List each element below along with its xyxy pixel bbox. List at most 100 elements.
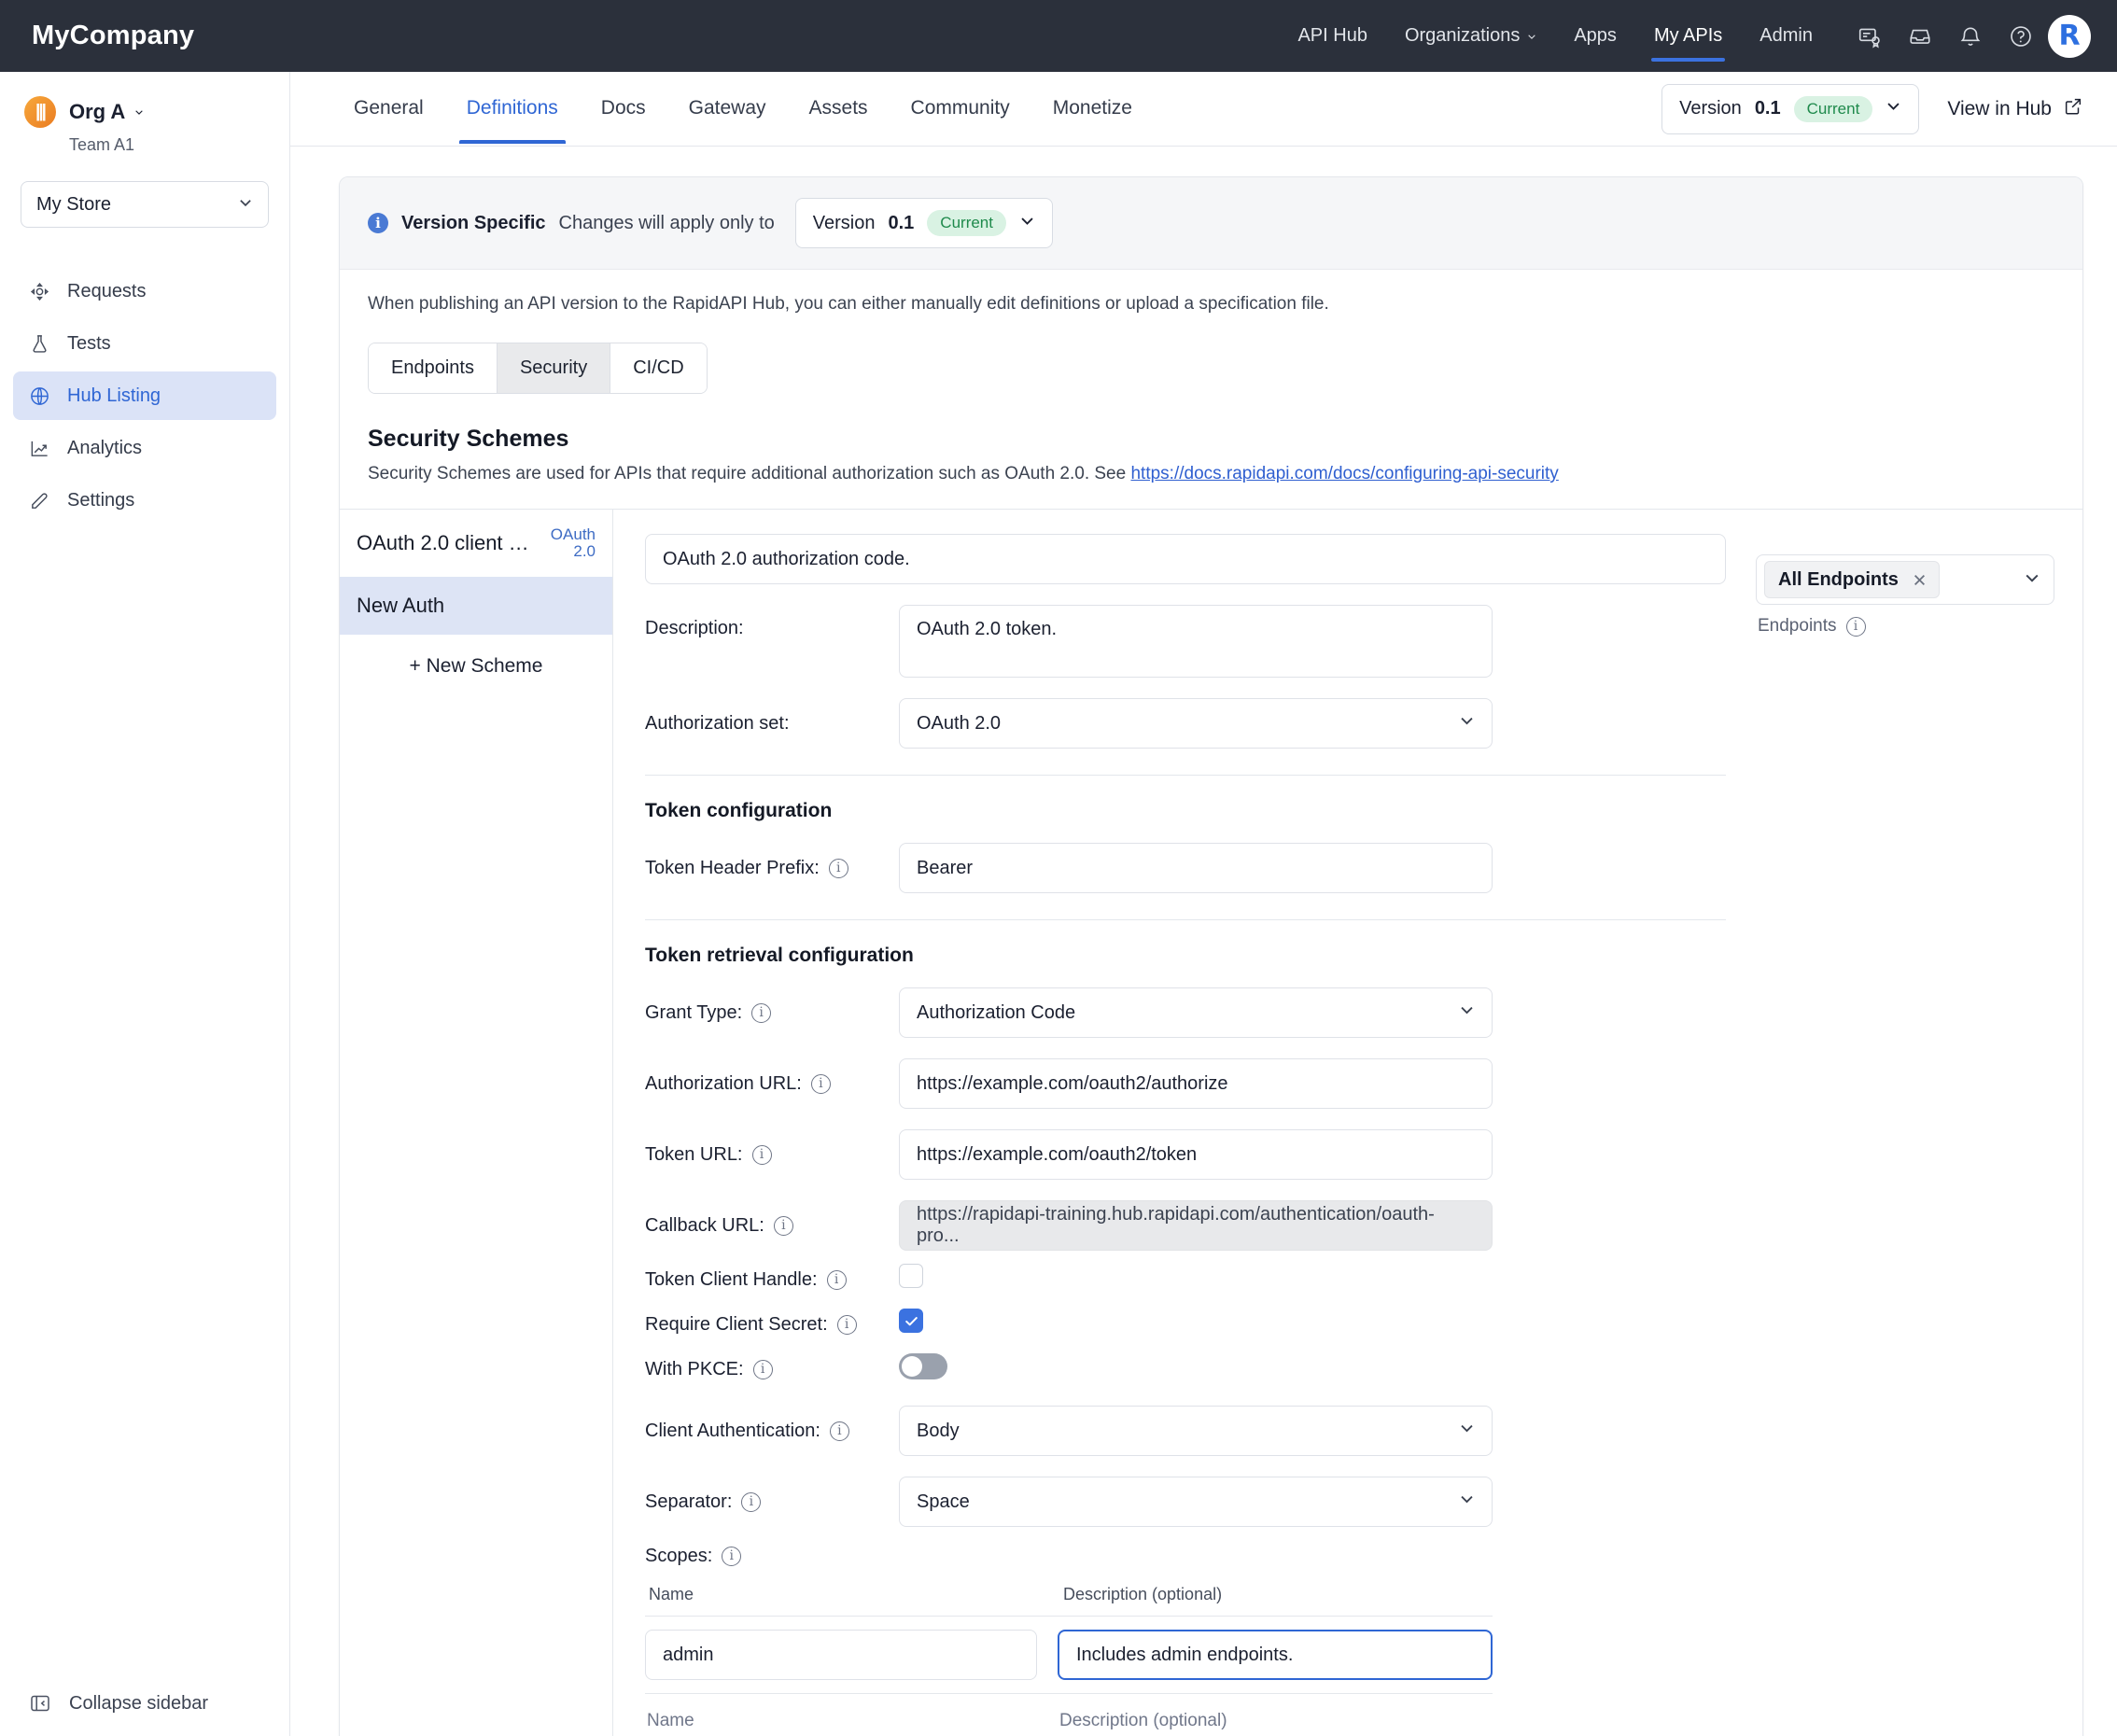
info-icon: i — [368, 213, 388, 233]
scope-description-input[interactable]: Includes admin endpoints. — [1058, 1630, 1493, 1680]
scopes-row: Scopes: i — [645, 1540, 1726, 1572]
require-client-secret-checkbox[interactable] — [899, 1309, 923, 1333]
sidebar-item-analytics[interactable]: Analytics — [13, 424, 276, 472]
view-in-hub-button[interactable]: View in Hub — [1947, 96, 2083, 122]
org-switcher[interactable]: ||| Org A — [0, 72, 289, 137]
card-header-area: When publishing an API version to the Ra… — [340, 270, 2082, 509]
token-url-input[interactable]: https://example.com/oauth2/token — [899, 1129, 1493, 1180]
tab-assets[interactable]: Assets — [794, 75, 883, 144]
sidebar-item-tests[interactable]: Tests — [13, 319, 276, 368]
tab-general[interactable]: General — [339, 75, 439, 144]
info-icon[interactable]: i — [836, 1314, 857, 1335]
info-icon[interactable]: i — [751, 1144, 772, 1165]
scheme-name: New Auth — [357, 593, 445, 617]
topnav-item-api-hub[interactable]: API Hub — [1279, 1, 1385, 71]
with-pkce-toggle[interactable] — [899, 1353, 947, 1379]
info-icon[interactable]: i — [828, 858, 848, 878]
topnav-item-my-apis[interactable]: My APIs — [1635, 1, 1741, 71]
label-text: With PKCE: — [645, 1358, 744, 1379]
brand-logo[interactable]: MyCompany — [32, 21, 194, 51]
tab-docs[interactable]: Docs — [586, 75, 661, 144]
authorization-url-row: Authorization URL: i https://example.com… — [645, 1058, 1726, 1109]
separator-label: Separator: i — [645, 1477, 899, 1527]
toggle-knob — [902, 1356, 922, 1377]
tab-definitions[interactable]: Definitions — [452, 75, 573, 144]
description-value: OAuth 2.0 token. — [917, 619, 1058, 639]
scope-name-value: admin — [663, 1644, 714, 1665]
info-icon[interactable]: i — [741, 1491, 762, 1512]
tab-community[interactable]: Community — [896, 75, 1025, 144]
new-scheme-button[interactable]: + New Scheme — [340, 635, 612, 698]
topnav-item-organizations[interactable]: Organizations — [1386, 1, 1555, 71]
sidebar-item-settings[interactable]: Settings — [13, 476, 276, 525]
bell-icon[interactable] — [1956, 22, 1984, 50]
grant-type-select[interactable]: Authorization Code — [899, 987, 1493, 1038]
docs-link[interactable]: https://docs.rapidapi.com/docs/configuri… — [1130, 464, 1558, 483]
version-selector[interactable]: Version 0.1 Current — [1661, 83, 1920, 134]
info-icon[interactable]: i — [810, 1073, 831, 1094]
description-textarea[interactable]: OAuth 2.0 token. — [899, 605, 1493, 678]
segment-cicd[interactable]: CI/CD — [610, 343, 707, 393]
topnav-item-apps[interactable]: Apps — [1555, 1, 1635, 71]
scope-description-placeholder[interactable]: Description (optional) — [1058, 1711, 1493, 1736]
close-icon[interactable] — [1912, 572, 1928, 588]
scheme-list: OAuth 2.0 client cre... OAuth 2.0 New Au… — [340, 510, 613, 1736]
token-client-handle-checkbox[interactable] — [899, 1264, 923, 1288]
scheme-item-new-auth[interactable]: New Auth — [340, 576, 612, 635]
authorization-set-select[interactable]: OAuth 2.0 — [899, 698, 1493, 749]
info-icon[interactable]: i — [722, 1546, 742, 1566]
scope-description-value: Includes admin endpoints. — [1076, 1644, 1294, 1665]
segment-security[interactable]: Security — [497, 343, 611, 393]
authorization-url-input[interactable]: https://example.com/oauth2/authorize — [899, 1058, 1493, 1109]
collapse-sidebar-icon — [28, 1691, 52, 1715]
require-client-secret-control — [899, 1309, 1493, 1333]
client-authentication-row: Client Authentication: i Body — [645, 1406, 1726, 1456]
sidebar-item-hub-listing[interactable]: Hub Listing — [13, 371, 276, 420]
external-link-icon — [2063, 96, 2083, 122]
segment-endpoints[interactable]: Endpoints — [369, 343, 498, 393]
topnav-item-admin[interactable]: Admin — [1741, 1, 1831, 71]
chevron-down-icon — [238, 194, 253, 216]
info-icon[interactable]: i — [829, 1421, 849, 1441]
grant-type-row: Grant Type: i Authorization Code — [645, 987, 1726, 1038]
callback-url-label: Callback URL: i — [645, 1200, 899, 1251]
segment-label: Endpoints — [391, 357, 474, 378]
org-name-row: Org A — [69, 100, 144, 124]
separator-select[interactable]: Space — [899, 1477, 1493, 1527]
avatar[interactable]: R — [2048, 14, 2091, 58]
topnav-label: Apps — [1574, 25, 1617, 46]
store-select[interactable]: My Store — [21, 181, 269, 228]
help-circle-icon[interactable] — [2007, 22, 2035, 50]
certificate-icon[interactable] — [1856, 22, 1884, 50]
info-icon[interactable]: i — [752, 1359, 773, 1379]
topnav-label: My APIs — [1653, 25, 1723, 46]
info-icon[interactable]: i — [751, 1002, 772, 1023]
token-header-prefix-input[interactable]: Bearer — [899, 843, 1493, 893]
scope-name-cell: admin — [645, 1630, 1037, 1680]
sidebar-item-requests[interactable]: Requests — [13, 267, 276, 315]
authorization-set-control: OAuth 2.0 — [899, 698, 1493, 749]
info-icon[interactable]: i — [1845, 616, 1866, 637]
label-text: Require Client Secret: — [645, 1313, 828, 1335]
tab-gateway[interactable]: Gateway — [674, 75, 781, 144]
authorization-set-value: OAuth 2.0 — [917, 712, 1002, 734]
info-icon[interactable]: i — [773, 1215, 793, 1236]
token-client-handle-label: Token Client Handle: i — [645, 1264, 899, 1295]
client-authentication-select[interactable]: Body — [899, 1406, 1493, 1456]
scheme-name-input[interactable]: OAuth 2.0 authorization code. — [645, 534, 1726, 584]
tab-label: Docs — [600, 96, 646, 119]
tab-monetize[interactable]: Monetize — [1038, 75, 1147, 144]
endpoints-select[interactable]: All Endpoints — [1756, 554, 2054, 605]
collapse-sidebar-button[interactable]: Collapse sidebar — [0, 1691, 289, 1715]
inbox-icon[interactable] — [1906, 22, 1934, 50]
label-text: Callback URL: — [645, 1214, 764, 1236]
section-subtitle-text: Security Schemes are used for APIs that … — [368, 464, 1131, 483]
scopes-col-name: Name — [649, 1585, 694, 1603]
scheme-item-oauth2-client-credentials[interactable]: OAuth 2.0 client cre... OAuth 2.0 — [340, 510, 612, 577]
scope-name-placeholder[interactable]: Name — [645, 1711, 1037, 1736]
scope-name-input[interactable]: admin — [645, 1630, 1037, 1680]
info-icon[interactable]: i — [826, 1269, 847, 1290]
label-text: Scopes: — [645, 1545, 713, 1566]
banner-version-selector[interactable]: Version 0.1 Current — [794, 198, 1053, 248]
grant-type-value: Authorization Code — [917, 1001, 1076, 1023]
